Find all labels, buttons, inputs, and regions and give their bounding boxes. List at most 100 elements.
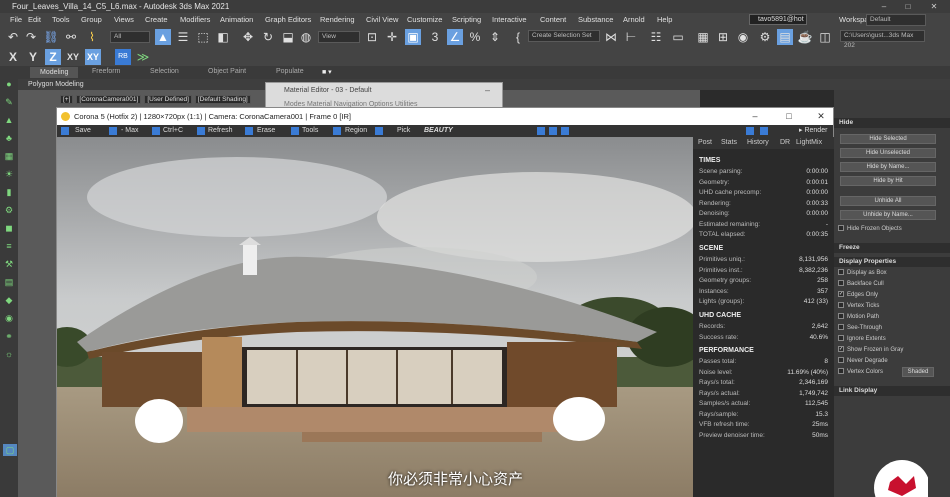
axis-x-button[interactable]: X — [5, 49, 21, 65]
move-icon[interactable]: ✥ — [240, 29, 256, 45]
corona-minimize-icon[interactable]: – — [745, 108, 765, 125]
eye-icon[interactable]: ◉ — [3, 312, 15, 324]
selection-filter-dropdown[interactable]: All — [110, 31, 150, 43]
viewport-layout-icon[interactable]: ▢ — [3, 444, 17, 456]
book-icon[interactable]: ▮ — [3, 186, 15, 198]
zoom-in-icon[interactable] — [537, 127, 545, 135]
mirror-icon[interactable]: ⋈ — [603, 29, 619, 45]
user-account[interactable]: tavo5891@hot — [749, 14, 807, 25]
menu-modifiers[interactable]: Modifiers — [180, 13, 210, 26]
rendered-frame-window-icon[interactable]: ▤ — [777, 29, 793, 45]
toggle-ribbon-icon[interactable]: ▭ — [670, 29, 686, 45]
unlink-icon[interactable]: ⚯ — [63, 29, 79, 45]
refresh-button[interactable]: Refresh — [208, 125, 233, 137]
hide-by-hit-button[interactable]: Hide by Hit — [840, 176, 936, 186]
unhide-by-name-button[interactable]: Unhide by Name... — [840, 210, 936, 220]
light-icon[interactable]: ☀ — [3, 168, 15, 180]
hide-selected-button[interactable]: Hide Selected — [840, 134, 936, 144]
menu-customize[interactable]: Customize — [407, 13, 442, 26]
erase-button[interactable]: Erase — [257, 125, 275, 137]
viewport-label-user[interactable]: [User Defined] — [144, 95, 192, 104]
menu-arnold[interactable]: Arnold — [623, 13, 645, 26]
display-property-checkbox[interactable]: ✓ Show Frozen in Gray — [838, 346, 903, 355]
zoom-fit-icon[interactable] — [549, 127, 557, 135]
material-editor-icon[interactable]: ◉ — [735, 29, 751, 45]
menu-substance[interactable]: Substance — [578, 13, 613, 26]
spinner-snap-icon[interactable]: ⇕ — [487, 29, 503, 45]
menu-views[interactable]: Views — [114, 13, 134, 26]
percent-snap-icon[interactable]: % — [467, 29, 483, 45]
display-property-checkbox[interactable]: Backface Cull — [838, 280, 884, 289]
gear-icon[interactable]: ⚙ — [3, 204, 15, 216]
project-path-dropdown[interactable]: C:\Users\gust...3ds Max 202 — [840, 30, 925, 49]
tab-modeling[interactable]: Modeling — [30, 67, 79, 78]
pivot-center-icon[interactable]: ⊡ — [364, 29, 380, 45]
display-property-checkbox[interactable]: See-Through — [838, 324, 882, 333]
viewport-label-plus[interactable]: [+] — [60, 95, 74, 104]
bulb-icon[interactable]: ☼ — [3, 348, 15, 360]
menu-interactive[interactable]: Interactive — [492, 13, 527, 26]
shape-icon[interactable]: ◆ — [3, 294, 15, 306]
display-properties-header[interactable]: Display Properties — [834, 257, 950, 267]
menu-rendering[interactable]: Rendering — [320, 13, 355, 26]
snaps-toggle-icon[interactable]: 3 — [427, 29, 443, 45]
tab-dr[interactable]: DR — [780, 137, 790, 149]
render-production-icon[interactable]: ☕ — [797, 29, 813, 45]
menu-tools[interactable]: Tools — [52, 13, 70, 26]
region-options-icon[interactable] — [375, 127, 383, 135]
display-property-checkbox[interactable]: Vertex Ticks — [838, 302, 879, 311]
display-property-checkbox[interactable]: ✓ Edges Only — [838, 291, 878, 300]
hide-unselected-button[interactable]: Hide Unselected — [840, 148, 936, 158]
layer-explorer-icon[interactable]: ☷ — [648, 29, 664, 45]
select-manipulate-icon[interactable]: ✛ — [384, 29, 400, 45]
axis-z-button[interactable]: Z — [45, 49, 61, 65]
viewport-label-camera[interactable]: [CoronaCamera001] — [76, 95, 142, 104]
corona-maximize-icon[interactable]: □ — [779, 108, 799, 125]
grid-icon[interactable]: ▦ — [3, 150, 15, 162]
tree-icon[interactable]: ♣ — [3, 132, 15, 144]
paint-icon[interactable]: ✎ — [3, 96, 15, 108]
tab-post[interactable]: Post — [698, 137, 712, 149]
menu-help[interactable]: Help — [657, 13, 672, 26]
minimize-button[interactable]: – — [872, 0, 896, 13]
region-button[interactable]: Region — [345, 125, 367, 137]
menu-graph-editors[interactable]: Graph Editors — [265, 13, 311, 26]
chevrons-down-icon[interactable]: ≫ — [135, 49, 151, 65]
stack-icon[interactable]: ≡ — [3, 240, 15, 252]
link-icon[interactable]: ⛓ — [43, 29, 59, 45]
pick-button[interactable]: Pick — [397, 125, 410, 137]
material-editor-minimize-icon[interactable]: – — [485, 85, 490, 95]
edit-named-selection-icon[interactable]: { — [510, 29, 526, 45]
axis-xy-cycle-button[interactable]: XY — [85, 49, 101, 65]
reference-coordinate-dropdown[interactable]: View — [318, 31, 360, 43]
select-object-icon[interactable]: ▲ — [155, 29, 171, 45]
keyboard-shortcut-override-icon[interactable]: ▣ — [405, 29, 421, 45]
unhide-all-button[interactable]: Unhide All — [840, 196, 936, 206]
layers-icon[interactable]: ▤ — [3, 276, 15, 288]
render-button[interactable]: ▸ Render — [799, 125, 827, 137]
shaded-button[interactable]: Shaded — [902, 367, 934, 377]
place-icon[interactable]: ◍ — [298, 29, 314, 45]
zoom-out-icon[interactable] — [561, 127, 569, 135]
channel-dropdown[interactable]: BEAUTY — [424, 125, 453, 137]
render-iterative-icon[interactable]: ◫ — [817, 29, 833, 45]
tab-stats[interactable]: Stats — [721, 137, 737, 149]
ribbon-options-icon[interactable]: ■ ▾ — [322, 68, 332, 76]
menu-group[interactable]: Group — [81, 13, 102, 26]
bind-spacewarp-icon[interactable]: ⌇ — [84, 29, 100, 45]
menu-content[interactable]: Content — [540, 13, 566, 26]
create-icon[interactable]: ● — [3, 78, 15, 90]
polygon-modeling-label[interactable]: Polygon Modeling — [28, 81, 84, 88]
save-button[interactable]: Save — [75, 125, 91, 137]
display-property-checkbox[interactable]: Vertex Colors — [838, 368, 883, 377]
redo-icon[interactable]: ↷ — [23, 29, 39, 45]
window-crossing-icon[interactable]: ◧ — [215, 29, 231, 45]
menu-animation[interactable]: Animation — [220, 13, 253, 26]
display-property-checkbox[interactable]: Display as Box — [838, 269, 887, 278]
render-image[interactable] — [57, 137, 693, 497]
schematic-view-icon[interactable]: ⊞ — [715, 29, 731, 45]
rotate-icon[interactable]: ↻ — [260, 29, 276, 45]
tools-button[interactable]: Tools — [302, 125, 318, 137]
tab-object-paint[interactable]: Object Paint — [208, 68, 246, 75]
select-by-name-icon[interactable]: ☰ — [175, 29, 191, 45]
